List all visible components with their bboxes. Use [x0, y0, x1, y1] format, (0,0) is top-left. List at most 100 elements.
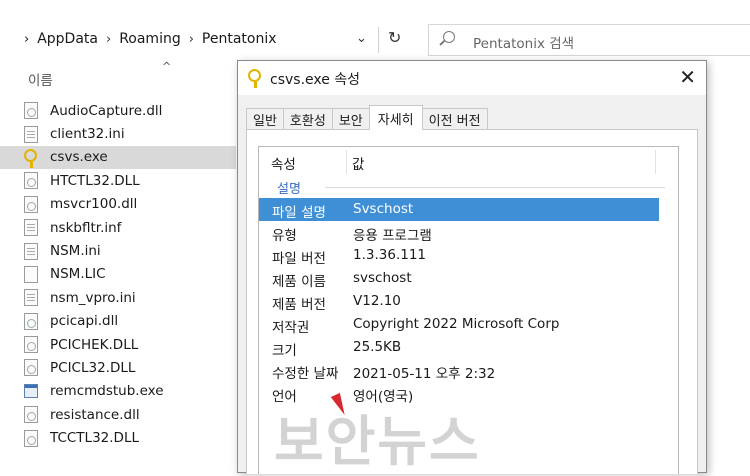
property-name: 수정한 날짜 [272, 366, 339, 382]
name-column-header[interactable]: 이름 [28, 69, 53, 89]
file-name: resistance.dll [50, 406, 140, 423]
file-list-item[interactable]: resistance.dll [24, 403, 236, 426]
property-row[interactable]: 파일 버전 1.3.36.111 [259, 244, 678, 267]
file-list-item[interactable]: client32.ini [24, 122, 236, 145]
file-name: msvcr100.dll [50, 196, 138, 213]
file-list-item[interactable]: nskbfltr.inf [24, 216, 236, 239]
column-divider[interactable] [346, 150, 347, 174]
address-dropdown-icon[interactable]: ⌄ [356, 31, 367, 46]
refresh-icon[interactable]: ↻ [388, 28, 401, 47]
dll-file-icon [24, 336, 38, 354]
file-list: AudioCapture.dll client32.ini csvs.exe HTCT… [0, 99, 236, 450]
file-name: PCICL32.DLL [50, 359, 136, 376]
close-icon[interactable]: ✕ [679, 65, 696, 89]
file-list-item[interactable]: TCCTL32.DLL [24, 426, 236, 449]
property-name: 파일 버전 [272, 251, 326, 267]
tab-security[interactable]: 보안 [331, 108, 370, 130]
property-name: 제품 버전 [272, 297, 326, 313]
property-column-header[interactable]: 속성 [271, 153, 296, 173]
property-value: svschost [353, 270, 412, 286]
file-list-item[interactable]: pcicapi.dll [24, 310, 236, 333]
file-list-item[interactable]: csvs.exe [0, 145, 236, 170]
dll-file-icon [24, 172, 38, 190]
file-name: PCICHEK.DLL [50, 336, 139, 353]
search-input[interactable]: Pentatonix 검색 [428, 24, 750, 56]
file-list-item[interactable]: PCICHEK.DLL [24, 333, 236, 356]
file-list-item[interactable]: HTCTL32.DLL [24, 169, 236, 192]
file-list-item[interactable]: remcmdstub.exe [24, 380, 236, 403]
file-name: csvs.exe [50, 149, 108, 166]
key-exe-icon [24, 148, 38, 168]
address-bar: › AppData › Roaming › Pentatonix ⌄ ↻ Pen… [0, 22, 750, 56]
breadcrumb-separator-icon[interactable]: › [106, 32, 111, 47]
property-value: Svschost [353, 201, 414, 217]
dll-file-icon [24, 406, 38, 424]
ini-file-icon [24, 125, 38, 143]
property-row[interactable]: 수정한 날짜 2021-05-11 오후 2:32 [259, 359, 678, 382]
property-name: 크기 [272, 343, 297, 359]
property-value: 25.5KB [353, 339, 402, 355]
file-list-item[interactable]: msvcr100.dll [24, 193, 236, 216]
file-name: TCCTL32.DLL [50, 430, 139, 447]
file-list-item[interactable]: AudioCapture.dll [24, 99, 236, 122]
dll-file-icon [24, 102, 38, 120]
key-app-icon [248, 69, 262, 88]
tab-strip: 일반 호환성 보안 자세히 이전 버전 [246, 105, 488, 130]
breadcrumb-expand-chevron-icon[interactable]: › [24, 32, 29, 47]
table-header: 속성 값 [259, 147, 678, 177]
property-value: Copyright 2022 Microsoft Corp [353, 316, 560, 332]
dll-file-icon [24, 429, 38, 447]
property-rows: 파일 설명 Svschost 유형 응용 프로그램 파일 버전 1.3.36.111 제품 … [259, 198, 678, 405]
property-name: 파일 설명 [272, 205, 326, 221]
property-row[interactable]: 유형 응용 프로그램 [259, 221, 678, 244]
file-name: NSM.LIC [50, 266, 106, 283]
file-name: client32.ini [50, 126, 125, 143]
ini-file-icon [24, 242, 38, 260]
tab-details[interactable]: 자세히 [368, 105, 423, 130]
breadcrumb-pentatonix[interactable]: Pentatonix [202, 31, 277, 47]
divider [378, 27, 379, 53]
tab-previous-versions[interactable]: 이전 버전 [421, 108, 488, 130]
file-name: remcmdstub.exe [50, 383, 164, 400]
app-exe-icon [24, 384, 38, 399]
dll-file-icon [24, 195, 38, 213]
property-name: 유형 [272, 228, 297, 244]
file-name: AudioCapture.dll [50, 102, 163, 119]
breadcrumb: › AppData › Roaming › Pentatonix [24, 22, 277, 56]
property-value: 응용 프로그램 [353, 228, 432, 244]
dialog-titlebar[interactable]: csvs.exe 속성 ✕ [238, 61, 706, 95]
file-list-item[interactable]: NSM.ini [24, 239, 236, 262]
file-name: pcicapi.dll [50, 313, 119, 330]
file-name: NSM.ini [50, 243, 101, 260]
search-icon [443, 31, 455, 43]
tab-general[interactable]: 일반 [246, 108, 284, 130]
search-placeholder: Pentatonix 검색 [473, 36, 575, 52]
property-name: 저작권 [272, 320, 310, 336]
property-row[interactable]: 저작권 Copyright 2022 Microsoft Corp [259, 313, 678, 336]
tab-compatibility[interactable]: 호환성 [282, 108, 333, 130]
file-name: nskbfltr.inf [50, 219, 122, 236]
file-list-item[interactable]: PCICL32.DLL [24, 356, 236, 379]
property-value: V12.10 [353, 293, 401, 309]
breadcrumb-roaming[interactable]: Roaming [119, 31, 181, 47]
file-name: nsm_vpro.ini [50, 289, 136, 306]
value-column-header[interactable]: 값 [352, 153, 364, 173]
file-list-item[interactable]: NSM.LIC [24, 263, 236, 286]
group-divider [325, 187, 665, 188]
watermark-logo: 보안뉴스 [274, 410, 481, 473]
property-row[interactable]: 제품 버전 V12.10 [259, 290, 678, 313]
breadcrumb-separator-icon[interactable]: › [189, 32, 194, 47]
blank-file-icon [24, 265, 38, 283]
dialog-title: csvs.exe 속성 [270, 72, 361, 88]
group-label-description: 설명 [277, 182, 301, 197]
column-divider[interactable] [655, 150, 656, 174]
dll-file-icon [24, 359, 38, 377]
property-name: 제품 이름 [272, 274, 326, 290]
ini-file-icon [24, 289, 38, 307]
property-row[interactable]: 파일 설명 Svschost [259, 198, 659, 221]
property-row[interactable]: 크기 25.5KB [259, 336, 678, 359]
file-name: HTCTL32.DLL [50, 172, 140, 189]
breadcrumb-appdata[interactable]: AppData [37, 31, 98, 47]
file-list-item[interactable]: nsm_vpro.ini [24, 286, 236, 309]
property-row[interactable]: 제품 이름 svschost [259, 267, 678, 290]
